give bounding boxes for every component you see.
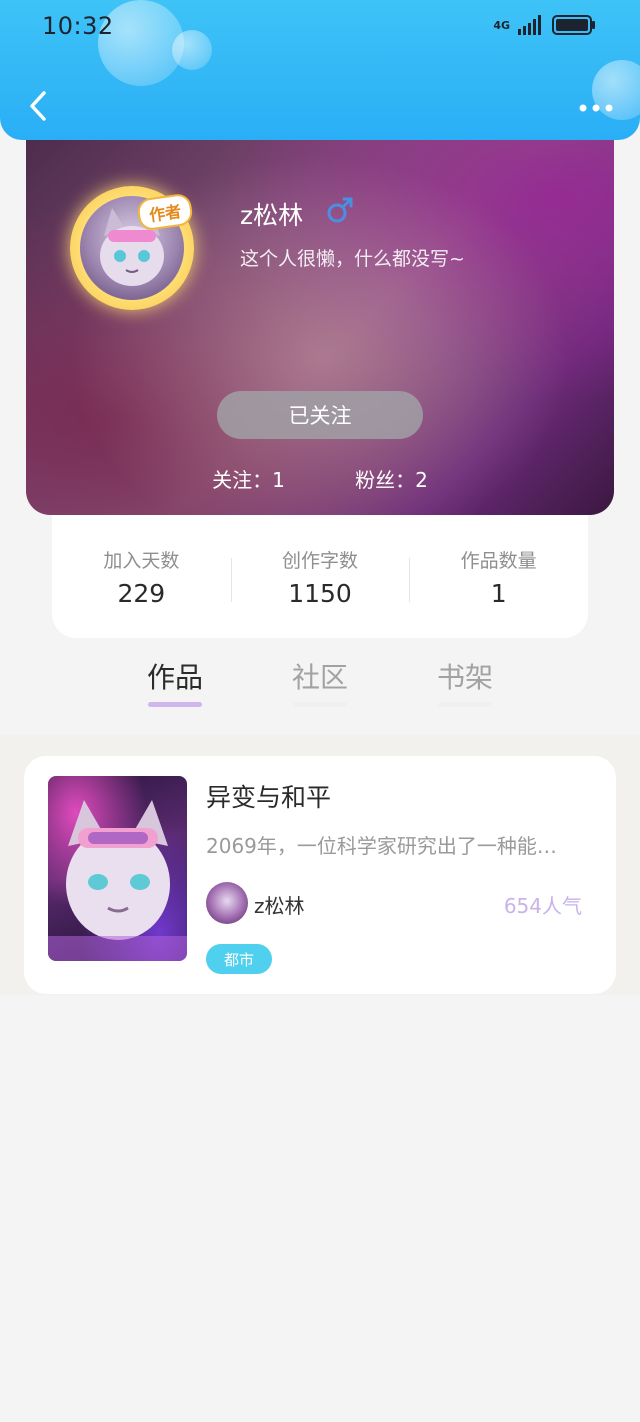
stat-label: 创作字数: [282, 549, 359, 572]
user-bio: 这个人很懒，什么都没写~: [240, 248, 465, 270]
followers-count[interactable]: 粉丝：2: [355, 468, 428, 492]
tab-community[interactable]: 社区: [265, 656, 375, 696]
stat-works-count: 作品数量 1: [409, 546, 588, 608]
tab-bookshelf[interactable]: 书架: [410, 656, 520, 696]
book-card[interactable]: 异变与和平 2069年，一位科学家研究出了一种能… z松林 654人气 都市: [24, 756, 616, 994]
network-label: 4G: [493, 18, 510, 32]
more-button[interactable]: [576, 94, 616, 122]
book-title: 异变与和平: [206, 783, 332, 812]
book-description: 2069年，一位科学家研究出了一种能…: [206, 834, 557, 858]
more-dots-icon: [579, 104, 613, 112]
follow-counts: 关注：1 粉丝：2: [26, 464, 614, 493]
decor-bubble: [172, 30, 212, 70]
stat-value: 1150: [288, 578, 352, 608]
user-avatar[interactable]: 作者: [64, 180, 202, 318]
stats-panel: 加入天数 229 创作字数 1150 作品数量 1: [52, 515, 588, 638]
stat-word-count: 创作字数 1150: [230, 546, 410, 608]
male-icon: [327, 197, 353, 223]
tab-community-indicator: [293, 702, 347, 707]
book-author: z松林: [254, 894, 305, 918]
stat-value: 1: [490, 578, 507, 608]
profile-card: 作者 z松林 这个人很懒，什么都没写~ 已关注 关注：1 粉丝：2: [26, 120, 614, 515]
signal-icon: [518, 15, 541, 35]
tab-bookshelf-indicator: [438, 702, 492, 707]
stat-label: 作品数量: [460, 549, 537, 572]
tab-bar: 作品 社区 书架: [0, 648, 640, 718]
stat-value: 229: [117, 578, 166, 608]
chevron-left-icon: [30, 91, 46, 121]
back-button[interactable]: [18, 84, 58, 128]
book-cover[interactable]: [48, 776, 187, 961]
cat-cover-art-icon: [48, 800, 187, 961]
username: z松林: [240, 201, 304, 230]
status-icons: 4G: [493, 14, 596, 36]
tab-works-indicator: [148, 702, 202, 707]
top-header: 10:32 4G: [0, 0, 640, 140]
book-popularity: 654人气: [503, 894, 582, 918]
author-avatar: [206, 882, 248, 924]
following-count[interactable]: 关注：1: [212, 468, 285, 492]
stat-label: 加入天数: [103, 549, 180, 572]
status-time: 10:32: [42, 12, 114, 40]
stat-join-days: 加入天数 229: [52, 546, 231, 608]
follow-button[interactable]: 已关注: [217, 391, 423, 439]
tab-works[interactable]: 作品: [120, 656, 230, 696]
genre-tag[interactable]: 都市: [206, 944, 272, 974]
battery-icon: [552, 15, 595, 35]
